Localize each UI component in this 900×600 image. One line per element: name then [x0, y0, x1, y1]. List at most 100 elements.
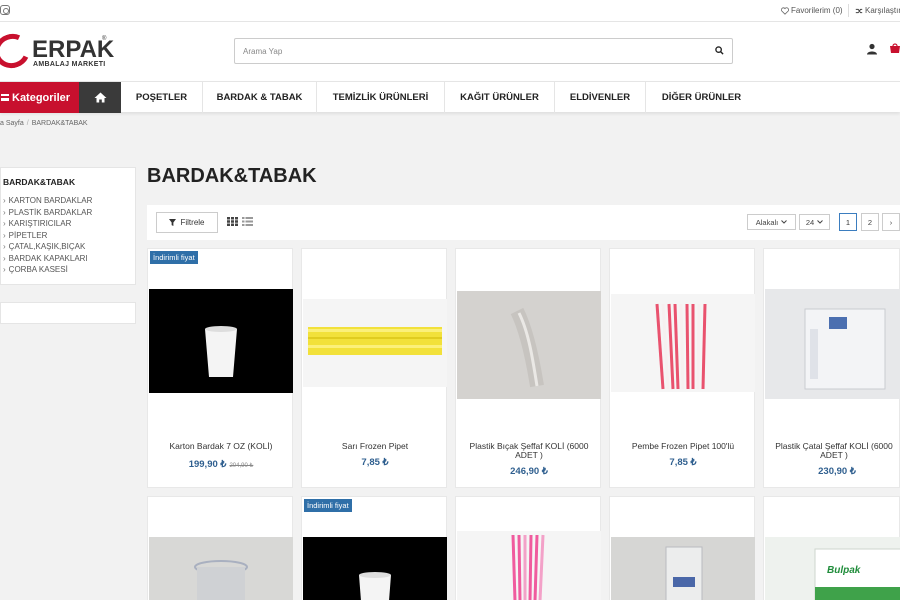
- sidebar-item-label: PİPETLER: [8, 230, 48, 240]
- favorites-link[interactable]: Favorilerim (0): [781, 6, 843, 15]
- product-name[interactable]: Plastik Çatal Şeffaf KOLİ (6000 ADET ): [770, 442, 898, 460]
- product-image-pink-straws[interactable]: [611, 294, 755, 392]
- sidebar-item-label: ÇORBA KASESİ: [8, 265, 68, 274]
- product-card[interactable]: [455, 496, 601, 600]
- heart-icon: [781, 6, 789, 15]
- product-image-clear-knives[interactable]: [457, 291, 601, 399]
- instagram-icon[interactable]: [0, 5, 10, 15]
- sidebar-item[interactable]: › PLASTİK BARDAKLAR: [3, 207, 92, 219]
- product-image-white-cup[interactable]: [303, 537, 447, 600]
- page-button-1[interactable]: 1: [839, 213, 857, 231]
- nav-item-temizlik[interactable]: TEMİZLİK ÜRÜNLERİ: [317, 82, 445, 113]
- filter-label: Filtrele: [180, 218, 205, 227]
- product-name[interactable]: Pembe Frozen Pipet 100'lü: [616, 442, 750, 451]
- page-button-2[interactable]: 2: [861, 213, 879, 231]
- top-bar: Favorilerim (0) Karşılaştır: [0, 0, 900, 22]
- category-sidebar: BARDAK&TABAK › KARTON BARDAKLAR › PLASTİK …: [0, 167, 136, 285]
- product-card[interactable]: Sarı Frozen Pipet 7,85 ₺: [301, 248, 447, 488]
- product-card[interactable]: [609, 496, 755, 600]
- sidebar-item-label: PLASTİK BARDAKLAR: [8, 207, 93, 217]
- product-image-bulpak-box[interactable]: Bulpak: [765, 537, 900, 600]
- breadcrumb: a Sayfa / BARDAK&TABAK: [0, 120, 88, 127]
- product-card[interactable]: [147, 496, 293, 600]
- product-image-clear-forks[interactable]: [765, 289, 900, 399]
- product-image-pink-straws[interactable]: [457, 531, 601, 600]
- product-image-white-cup[interactable]: [149, 289, 293, 393]
- favorites-label: Favorilerim (0): [791, 6, 843, 15]
- product-price: 7,85 ₺: [361, 457, 389, 468]
- sidebar-item[interactable]: › ÇATAL,KAŞIK,BIÇAK: [3, 241, 92, 253]
- breadcrumb-separator: /: [26, 120, 29, 127]
- grid-view-icon[interactable]: [227, 217, 238, 226]
- sidebar-title: BARDAK&TABAK: [3, 177, 76, 187]
- product-price: 7,85 ₺: [669, 457, 697, 468]
- chevron-right-icon: ›: [3, 242, 6, 251]
- search-icon[interactable]: [715, 46, 724, 55]
- user-icon[interactable]: [866, 43, 878, 55]
- topbar-divider: [848, 4, 849, 17]
- filter-icon: [169, 219, 177, 226]
- shuffle-icon: [855, 8, 863, 13]
- chevron-right-icon: ›: [3, 219, 6, 228]
- sidebar-secondary-panel: [0, 302, 136, 324]
- product-card[interactable]: Bulpak: [763, 496, 900, 600]
- home-icon: [94, 92, 106, 103]
- next-page-button[interactable]: ›: [882, 213, 900, 231]
- chevron-right-icon: ›: [3, 265, 6, 274]
- product-card[interactable]: İndirimli fiyat: [301, 496, 447, 600]
- product-image-clear-package[interactable]: [611, 537, 755, 600]
- sidebar-item[interactable]: › BARDAK KAPAKLARI: [3, 253, 92, 265]
- product-name[interactable]: Plastik Bıçak Şeffaf KOLİ (6000 ADET ): [462, 442, 596, 460]
- per-page-select[interactable]: 24: [799, 214, 830, 230]
- sort-select[interactable]: Alakalı: [747, 214, 796, 230]
- product-price: 230,90 ₺: [818, 466, 856, 477]
- chevron-down-icon: [817, 220, 824, 224]
- sidebar-list: › KARTON BARDAKLAR › PLASTİK BARDAKLAR › KA…: [3, 195, 92, 276]
- sidebar-item[interactable]: › PİPETLER: [3, 230, 92, 242]
- nav-item-eldivenler[interactable]: ELDİVENLER: [555, 82, 646, 113]
- list-view-icon[interactable]: [242, 217, 253, 226]
- search-input[interactable]: [243, 44, 693, 58]
- chevron-right-icon: ›: [3, 253, 6, 263]
- product-name[interactable]: Karton Bardak 7 OZ (KOLİ): [154, 442, 288, 451]
- categories-button[interactable]: Kategoriler: [0, 82, 79, 113]
- product-name[interactable]: Sarı Frozen Pipet: [308, 442, 442, 451]
- product-card[interactable]: İndirimli fiyat Karton Bardak 7 OZ (KOLİ…: [147, 248, 293, 488]
- product-price: 199,90 ₺ 204,90 ₺: [148, 459, 294, 470]
- logo[interactable]: ERPAK ® AMBALAJ MARKETI: [0, 28, 120, 74]
- sidebar-item[interactable]: › ÇORBA KASESİ: [3, 264, 92, 276]
- home-button[interactable]: [79, 82, 121, 113]
- product-image-yellow-straws[interactable]: [303, 299, 447, 387]
- product-card[interactable]: Plastik Çatal Şeffaf KOLİ (6000 ADET ) 2…: [763, 248, 900, 488]
- per-page-label: 24: [805, 217, 815, 227]
- compare-label: Karşılaştır: [865, 6, 900, 15]
- cart-icon[interactable]: [889, 43, 900, 55]
- discount-badge: İndirimli fiyat: [150, 251, 198, 264]
- breadcrumb-current: BARDAK&TABAK: [31, 120, 88, 127]
- listing-toolbar: Filtrele Alakalı 24 1 2 ›: [147, 205, 900, 240]
- breadcrumb-home[interactable]: a Sayfa: [0, 120, 24, 127]
- discount-badge: İndirimli fiyat: [304, 499, 352, 512]
- product-price: 246,90 ₺: [510, 466, 548, 477]
- nav-item-diger[interactable]: DİĞER ÜRÜNLER: [646, 82, 757, 113]
- old-price: 204,90 ₺: [229, 463, 254, 469]
- nav-item-kagit[interactable]: KAĞIT ÜRÜNLER: [445, 82, 555, 113]
- main-nav: Kategoriler POŞETLER BARDAK & TABAK TEMİ…: [0, 81, 900, 113]
- bulpak-brand-text: Bulpak: [827, 565, 861, 576]
- nav-item-bardak-tabak[interactable]: BARDAK & TABAK: [203, 82, 317, 113]
- sidebar-item[interactable]: › KARIŞTIRICILAR: [3, 218, 92, 230]
- menu-icon: [1, 94, 9, 101]
- chevron-down-icon: [781, 220, 788, 224]
- sidebar-item[interactable]: › KARTON BARDAKLAR: [3, 195, 92, 207]
- compare-link[interactable]: Karşılaştır: [855, 6, 900, 15]
- logo-registered: ®: [102, 36, 107, 42]
- nav-item-posetler[interactable]: POŞETLER: [121, 82, 203, 113]
- sidebar-item-label: BARDAK KAPAKLARI: [8, 253, 88, 263]
- product-card[interactable]: Pembe Frozen Pipet 100'lü 7,85 ₺: [609, 248, 755, 488]
- product-image-clear-cups[interactable]: [149, 537, 293, 600]
- logo-swoosh: [0, 28, 35, 74]
- product-card[interactable]: Plastik Bıçak Şeffaf KOLİ (6000 ADET ) 2…: [455, 248, 601, 488]
- filter-button[interactable]: Filtrele: [156, 212, 218, 233]
- sidebar-item-label: ÇATAL,KAŞIK,BIÇAK: [8, 242, 86, 251]
- chevron-right-icon: ›: [3, 196, 6, 205]
